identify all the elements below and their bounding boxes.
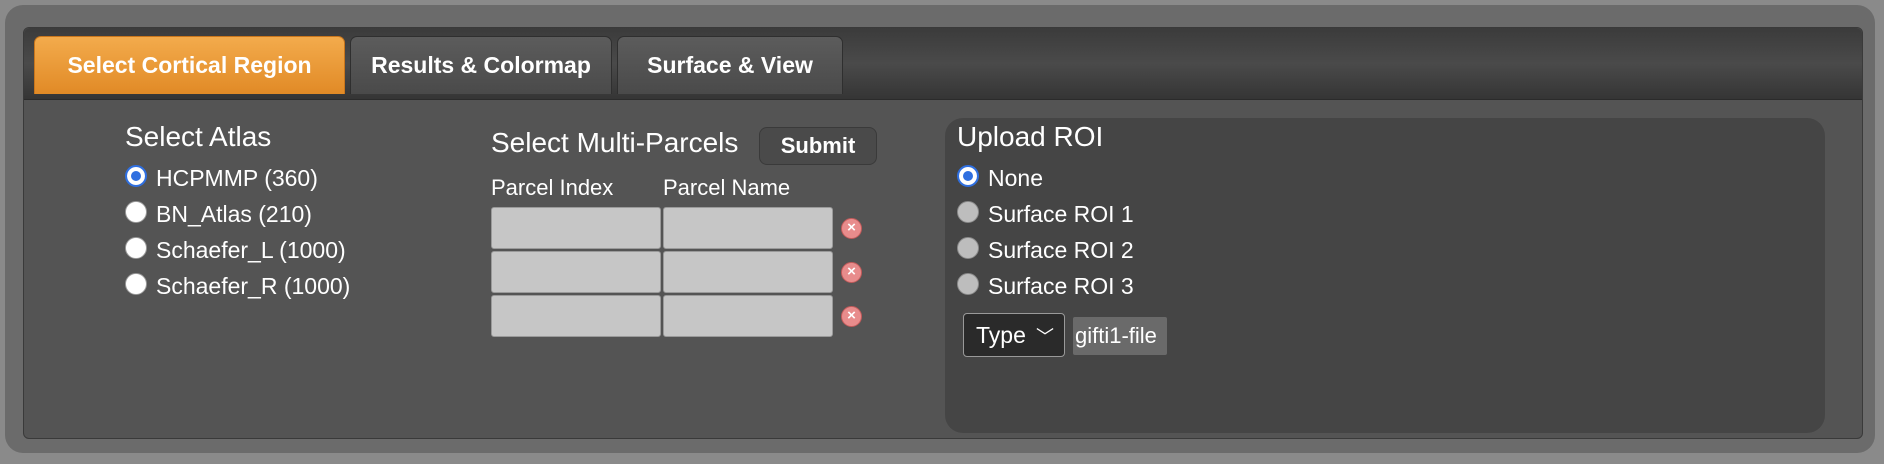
atlas-option-label: Schaefer_R (1000) (156, 273, 351, 299)
radio-selected[interactable] (125, 164, 147, 187)
tab-bar: Select Cortical Region Results & Colorma… (24, 28, 1862, 100)
file-upload-input[interactable]: gifti1-file (1073, 317, 1167, 355)
remove-row-icon[interactable]: × (841, 218, 862, 239)
type-select-value: Type (976, 321, 1026, 348)
parcel-name-input[interactable] (663, 207, 833, 249)
parcels-heading: Select Multi-Parcels (491, 127, 739, 158)
atlas-option-label: HCPMMP (360) (156, 165, 318, 191)
parcel-index-input[interactable] (491, 295, 661, 337)
remove-row-icon[interactable]: × (841, 262, 862, 283)
roi-option-label: Surface ROI 3 (988, 273, 1134, 299)
atlas-option-bn-atlas[interactable]: BN_Atlas (210) (125, 200, 312, 228)
atlas-heading: Select Atlas (125, 121, 272, 152)
type-select[interactable]: Type ﹀ (963, 313, 1065, 357)
parcel-name-header: Parcel Name (663, 175, 791, 200)
parcel-name-input[interactable] (663, 295, 833, 337)
atlas-option-hcpmmp[interactable]: HCPMMP (360) (125, 164, 318, 192)
roi-option-label: Surface ROI 1 (988, 201, 1134, 227)
parcel-index-input[interactable] (491, 251, 661, 293)
roi-option-none[interactable]: None (957, 164, 1043, 192)
radio-unselected[interactable] (957, 200, 979, 223)
radio-unselected[interactable] (125, 272, 147, 295)
tab-results-colormap[interactable]: Results & Colormap (350, 36, 612, 94)
radio-unselected[interactable] (125, 200, 147, 223)
roi-option-surface-1[interactable]: Surface ROI 1 (957, 200, 1134, 228)
atlas-option-schaefer-l[interactable]: Schaefer_L (1000) (125, 236, 346, 264)
radio-unselected[interactable] (957, 272, 979, 295)
parcel-index-header: Parcel Index (491, 175, 614, 200)
radio-unselected[interactable] (957, 236, 979, 259)
roi-option-surface-3[interactable]: Surface ROI 3 (957, 272, 1134, 300)
radio-unselected[interactable] (125, 236, 147, 259)
chevron-down-icon: ﹀ (1036, 327, 1054, 347)
submit-button[interactable]: Submit (759, 127, 877, 165)
tab-select-cortical-region[interactable]: Select Cortical Region (34, 36, 345, 94)
parcel-name-input[interactable] (663, 251, 833, 293)
radio-selected[interactable] (957, 164, 979, 187)
roi-option-label: Surface ROI 2 (988, 237, 1134, 263)
parcel-index-input[interactable] (491, 207, 661, 249)
tab-surface-view[interactable]: Surface & View (617, 36, 843, 94)
roi-option-surface-2[interactable]: Surface ROI 2 (957, 236, 1134, 264)
app-frame: Select Cortical Region Results & Colorma… (5, 5, 1875, 453)
remove-row-icon[interactable]: × (841, 306, 862, 327)
atlas-option-schaefer-r[interactable]: Schaefer_R (1000) (125, 272, 351, 300)
atlas-option-label: Schaefer_L (1000) (156, 237, 346, 263)
roi-heading: Upload ROI (957, 121, 1104, 152)
roi-option-label: None (988, 165, 1043, 191)
atlas-option-label: BN_Atlas (210) (156, 201, 312, 227)
